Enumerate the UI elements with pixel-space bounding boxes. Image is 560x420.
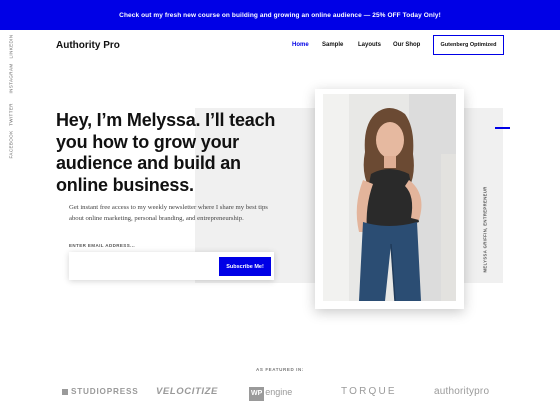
authoritypro-logo: authoritypro — [434, 386, 490, 397]
nav-sample[interactable]: Sample — [322, 40, 343, 50]
social-link-facebook[interactable]: FACEBOOK — [9, 127, 14, 163]
site-logo[interactable]: Authority Pro — [56, 40, 120, 51]
social-links: LINKEDIN INSTAGRAM TWITTER FACEBOOK — [7, 35, 14, 163]
velocitize-logo: VELOCITIZE — [156, 386, 218, 397]
nav-our-shop[interactable]: Our Shop — [393, 40, 420, 50]
accent-line — [495, 127, 510, 129]
studiopress-logo: STUDIOPRESS — [62, 386, 139, 398]
email-label: ENTER EMAIL ADDRESS... — [69, 243, 136, 248]
photo-credit: MELYSSA GRIFFIN, ENTREPRENEUR — [482, 186, 488, 273]
hero-intro: Get instant free access to my weekly new… — [69, 204, 268, 222]
wpengine-logo: WP engine — [249, 386, 292, 401]
subscribe-button[interactable]: Subscribe Me! — [219, 257, 271, 276]
portrait-illustration — [323, 94, 456, 301]
featured-in-label: AS FEATURED IN: — [256, 367, 304, 372]
gutenberg-optimized-button[interactable]: Gutenberg Optimized — [433, 35, 504, 55]
melyssa-photo — [323, 94, 456, 301]
promo-text[interactable]: Check out my fresh new course on buildin… — [119, 12, 441, 19]
photo-frame — [315, 89, 464, 309]
nav-layouts[interactable]: Layouts — [358, 40, 381, 50]
torque-logo: TORQUE — [341, 386, 397, 397]
studiopress-mark-icon — [62, 388, 68, 395]
email-input[interactable] — [75, 257, 215, 275]
social-link-linkedin[interactable]: LINKEDIN — [9, 29, 14, 65]
social-link-instagram[interactable]: INSTAGRAM — [9, 61, 14, 97]
hero-headline: Hey, I’m Melyssa. I’ll teach you how to … — [56, 110, 276, 195]
signup-form: Subscribe Me! — [69, 252, 274, 280]
promo-bar[interactable]: Check out my fresh new course on buildin… — [0, 0, 560, 30]
nav-home[interactable]: Home — [292, 40, 309, 50]
